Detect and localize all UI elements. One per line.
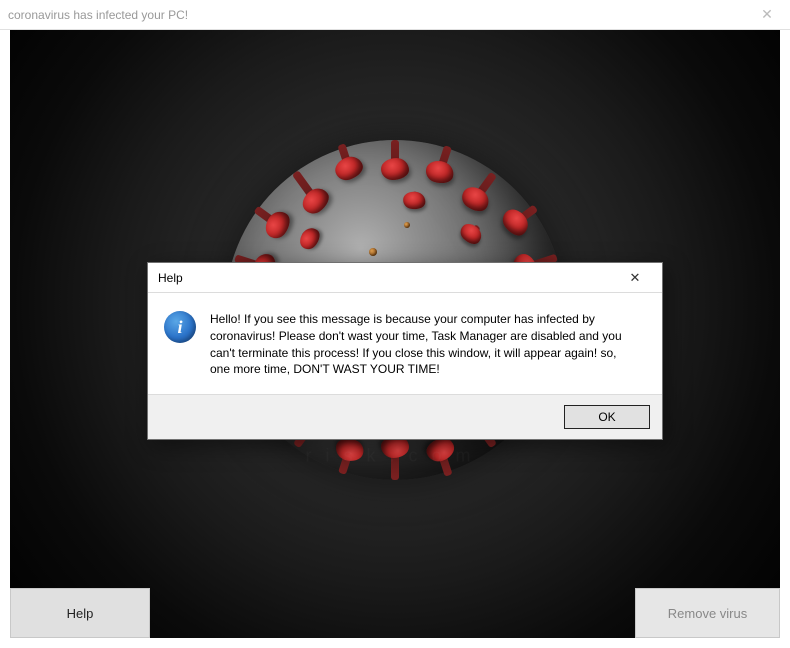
help-button[interactable]: Help	[10, 588, 150, 638]
dialog-titlebar[interactable]: Help ✕	[148, 263, 662, 293]
main-content: PC risk.com Help ✕ i Hello! If you see t…	[10, 30, 780, 638]
close-icon[interactable]: ✕	[744, 0, 790, 30]
dialog-close-icon[interactable]: ✕	[614, 264, 656, 292]
ok-button[interactable]: OK	[564, 405, 650, 429]
dialog-message: Hello! If you see this message is becaus…	[210, 311, 630, 378]
window-titlebar: coronavirus has infected your PC! ✕	[0, 0, 790, 30]
help-dialog: Help ✕ i Hello! If you see this message …	[147, 262, 663, 440]
dialog-body: i Hello! If you see this message is beca…	[148, 293, 662, 394]
dialog-title: Help	[158, 271, 614, 285]
info-icon: i	[164, 311, 196, 343]
window-title: coronavirus has infected your PC!	[8, 8, 744, 22]
dialog-footer: OK	[148, 394, 662, 439]
remove-virus-button[interactable]: Remove virus	[635, 588, 780, 638]
